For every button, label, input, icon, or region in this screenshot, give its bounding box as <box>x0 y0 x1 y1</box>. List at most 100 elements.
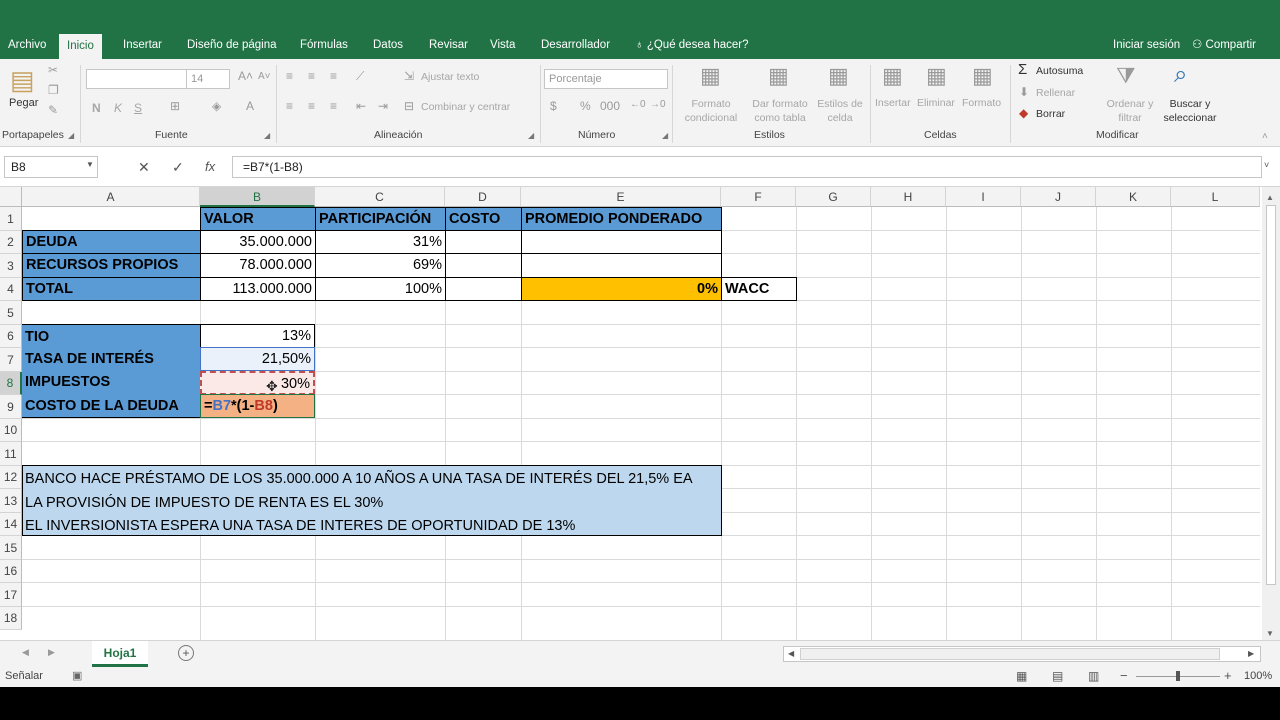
cell-c1[interactable]: PARTICIPACIÓN <box>315 207 446 231</box>
column-header-j[interactable]: J <box>1021 187 1096 207</box>
cell-a9[interactable]: COSTO DE LA DEUDA <box>22 394 200 418</box>
shrink-font-icon[interactable]: A˅ <box>258 71 271 82</box>
italic-button[interactable]: K <box>114 101 122 115</box>
cell-b9[interactable]: =B7*(1-B8) <box>200 394 315 418</box>
select-all-button[interactable] <box>0 187 22 207</box>
cell-styles-icon[interactable]: ▦ <box>828 63 849 89</box>
comma-style-icon[interactable]: 000 <box>600 99 620 113</box>
vertical-scroll-thumb[interactable] <box>1266 205 1276 585</box>
cell-c2[interactable]: 31% <box>315 230 446 254</box>
font-color-icon[interactable]: A <box>246 99 254 113</box>
decrease-decimal-icon[interactable]: →0 <box>650 99 666 110</box>
name-box-dropdown-icon[interactable]: ▼ <box>86 160 94 169</box>
scroll-right-icon[interactable]: ▶ <box>1248 649 1254 658</box>
row-header-12[interactable]: 12 <box>0 466 22 489</box>
column-header-a[interactable]: A <box>22 187 200 207</box>
percent-icon[interactable]: % <box>580 99 591 113</box>
alignment-launcher-icon[interactable]: ◢ <box>528 131 534 140</box>
find-select-button[interactable]: Buscar y seleccionar <box>1154 97 1226 125</box>
tab-diseno-pagina[interactable]: Diseño de página <box>179 32 285 59</box>
align-left-icon[interactable]: ≡ <box>286 99 293 113</box>
orientation-icon[interactable]: ⟋ <box>356 69 364 84</box>
cell-b3[interactable]: 78.000.000 <box>200 253 316 278</box>
scroll-left-icon[interactable]: ◀ <box>788 649 794 658</box>
eraser-icon[interactable]: ◆ <box>1019 106 1028 120</box>
sign-in-link[interactable]: Iniciar sesión <box>1113 32 1180 59</box>
align-middle-icon[interactable]: ≡ <box>308 69 315 83</box>
cell-b8[interactable]: 30% <box>200 371 315 395</box>
cell-a7[interactable]: TASA DE INTERÉS <box>22 347 200 371</box>
cell-e4[interactable]: 0% <box>521 277 722 301</box>
clear-button[interactable]: Borrar <box>1036 108 1065 120</box>
next-sheet-icon[interactable]: ▶ <box>48 647 55 658</box>
row-header-15[interactable]: 15 <box>0 536 22 560</box>
cell-a2[interactable]: DEUDA <box>22 230 201 254</box>
tab-desarrollador[interactable]: Desarrollador <box>533 32 618 59</box>
format-painter-icon[interactable]: ✎ <box>48 103 58 117</box>
clipboard-launcher-icon[interactable]: ◢ <box>68 131 74 140</box>
increase-decimal-icon[interactable]: ←0 <box>630 99 646 110</box>
row-header-2[interactable]: 2 <box>0 231 22 254</box>
page-layout-icon[interactable]: ▤ <box>1052 669 1063 683</box>
column-header-f[interactable]: F <box>721 187 796 207</box>
tab-revisar[interactable]: Revisar <box>421 32 476 59</box>
cell-f4[interactable]: WACC <box>721 277 797 301</box>
currency-icon[interactable]: $ <box>550 99 557 113</box>
row-header-4[interactable]: 4 <box>0 278 22 301</box>
cell-a14[interactable]: EL INVERSIONISTA ESPERA UNA TASA DE INTE… <box>22 514 578 538</box>
share-button[interactable]: ⚇ Compartir <box>1192 32 1256 59</box>
vertical-scrollbar[interactable]: ▲ ▼ <box>1262 187 1280 640</box>
insert-function-icon[interactable]: fx <box>205 159 215 174</box>
insert-cells-button[interactable]: Insertar <box>875 97 911 109</box>
cell-d3[interactable] <box>445 253 522 278</box>
fill-icon[interactable]: ⬇ <box>1019 85 1029 99</box>
column-header-l[interactable]: L <box>1171 187 1260 207</box>
column-header-g[interactable]: G <box>796 187 871 207</box>
cell-b2[interactable]: 35.000.000 <box>200 230 316 254</box>
align-top-icon[interactable]: ≡ <box>286 69 293 83</box>
sheet-tab-hoja1[interactable]: Hoja1 <box>92 641 148 667</box>
cell-d1[interactable]: COSTO <box>445 207 522 231</box>
cell-e2[interactable] <box>521 230 722 254</box>
row-header-13[interactable]: 13 <box>0 489 22 513</box>
row-header-16[interactable]: 16 <box>0 560 22 583</box>
insert-cells-icon[interactable]: ▦ <box>882 63 903 89</box>
copy-icon[interactable]: ❐ <box>48 83 59 97</box>
cell-styles-button[interactable]: Estilos de celda <box>814 97 866 125</box>
row-header-9[interactable]: 9 <box>0 395 22 419</box>
cell-d2[interactable] <box>445 230 522 254</box>
row-header-1[interactable]: 1 <box>0 207 22 231</box>
sort-filter-button[interactable]: Ordenar y filtrar <box>1104 97 1156 125</box>
align-center-icon[interactable]: ≡ <box>308 99 315 113</box>
grow-font-icon[interactable]: A˄ <box>238 69 253 83</box>
horizontal-scroll-thumb[interactable] <box>800 648 1220 660</box>
align-right-icon[interactable]: ≡ <box>330 99 337 113</box>
cell-c3[interactable]: 69% <box>315 253 446 278</box>
fill-color-icon[interactable]: ◈ <box>212 99 221 113</box>
number-format-select[interactable]: Porcentaje <box>544 69 668 89</box>
tab-insertar[interactable]: Insertar <box>115 32 170 59</box>
column-header-d[interactable]: D <box>445 187 521 207</box>
number-launcher-icon[interactable]: ◢ <box>662 131 668 140</box>
tab-archivo[interactable]: Archivo <box>0 32 54 59</box>
underline-button[interactable]: S <box>134 101 142 115</box>
row-header-18[interactable]: 18 <box>0 607 22 630</box>
normal-view-icon[interactable]: ▦ <box>1016 669 1027 683</box>
zoom-in-icon[interactable]: + <box>1224 668 1232 683</box>
conditional-format-icon[interactable]: ▦ <box>700 63 721 89</box>
autosum-button[interactable]: Autosuma <box>1036 65 1083 77</box>
formula-input[interactable]: =B7*(1-B8) <box>232 156 1262 178</box>
cell-e1[interactable]: PROMEDIO PONDERADO <box>521 207 722 231</box>
row-header-14[interactable]: 14 <box>0 513 22 536</box>
scroll-up-icon[interactable]: ▲ <box>1266 193 1274 202</box>
bold-button[interactable]: N <box>92 101 101 115</box>
row-header-3[interactable]: 3 <box>0 254 22 278</box>
align-bottom-icon[interactable]: ≡ <box>330 69 337 83</box>
collapse-ribbon-icon[interactable]: ˄ <box>1262 131 1268 142</box>
sort-filter-icon[interactable]: ⧩ <box>1116 63 1136 89</box>
zoom-out-icon[interactable]: − <box>1120 668 1128 683</box>
worksheet-grid[interactable]: A B C D E F G H I J K L 1 2 3 4 5 6 7 8 … <box>0 187 1280 640</box>
column-header-b[interactable]: B <box>200 187 315 207</box>
merge-center-icon[interactable]: ⊟ <box>404 99 414 113</box>
tab-inicio[interactable]: Inicio <box>59 34 102 59</box>
